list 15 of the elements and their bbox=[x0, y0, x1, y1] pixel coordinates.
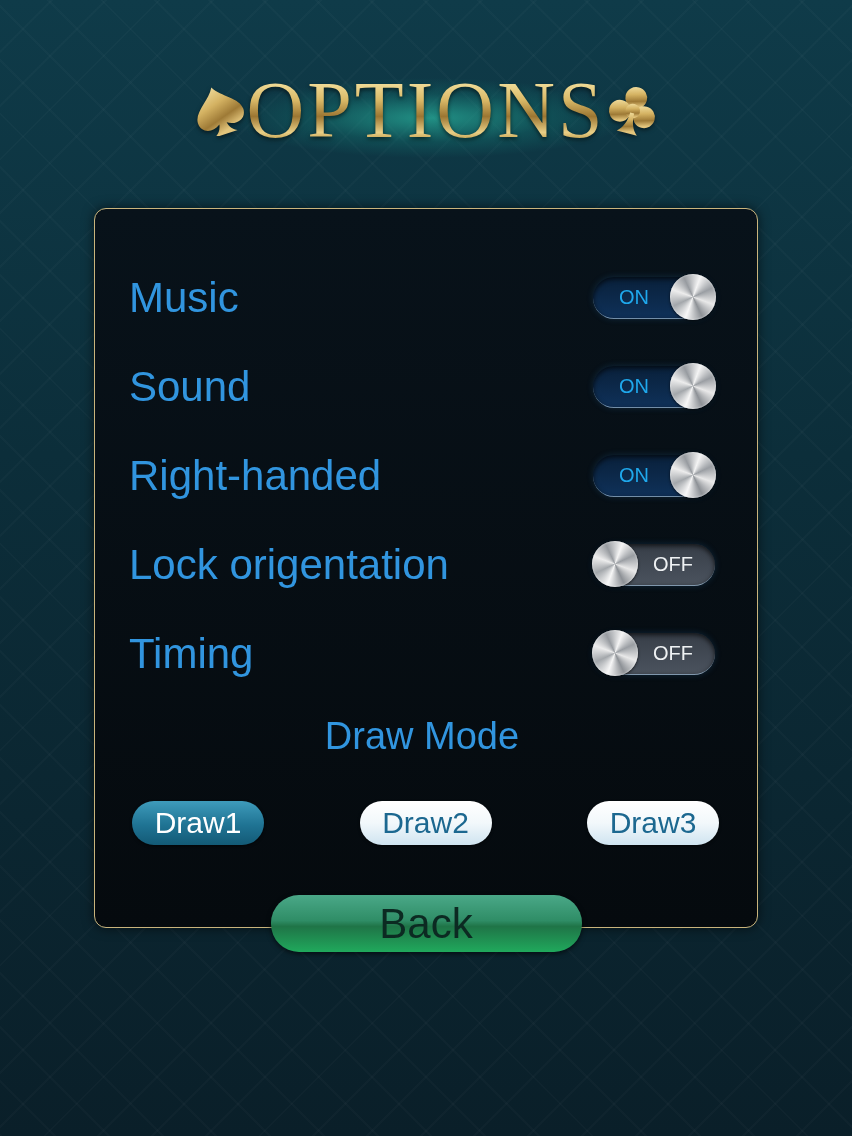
setting-label: Lock origentation bbox=[129, 543, 449, 586]
setting-label: Sound bbox=[129, 365, 251, 408]
toggle-switch[interactable]: ON bbox=[593, 365, 715, 408]
setting-label: Right-handed bbox=[129, 454, 382, 497]
back-button[interactable]: Back bbox=[270, 895, 582, 952]
draw-option-button[interactable]: Draw1 bbox=[132, 801, 264, 845]
draw-option-button[interactable]: Draw3 bbox=[587, 801, 719, 845]
toggle-switch[interactable]: ON bbox=[593, 276, 715, 319]
draw-mode-heading: Draw Mode bbox=[323, 714, 521, 759]
toggle-switch[interactable]: ON bbox=[593, 454, 715, 497]
toggle-switch[interactable]: OFF bbox=[593, 543, 715, 586]
draw-option-button[interactable]: Draw2 bbox=[359, 801, 492, 845]
setting-label: Timing bbox=[129, 632, 254, 675]
toggle-switch[interactable]: OFF bbox=[593, 632, 715, 675]
setting-label: Music bbox=[129, 276, 239, 319]
